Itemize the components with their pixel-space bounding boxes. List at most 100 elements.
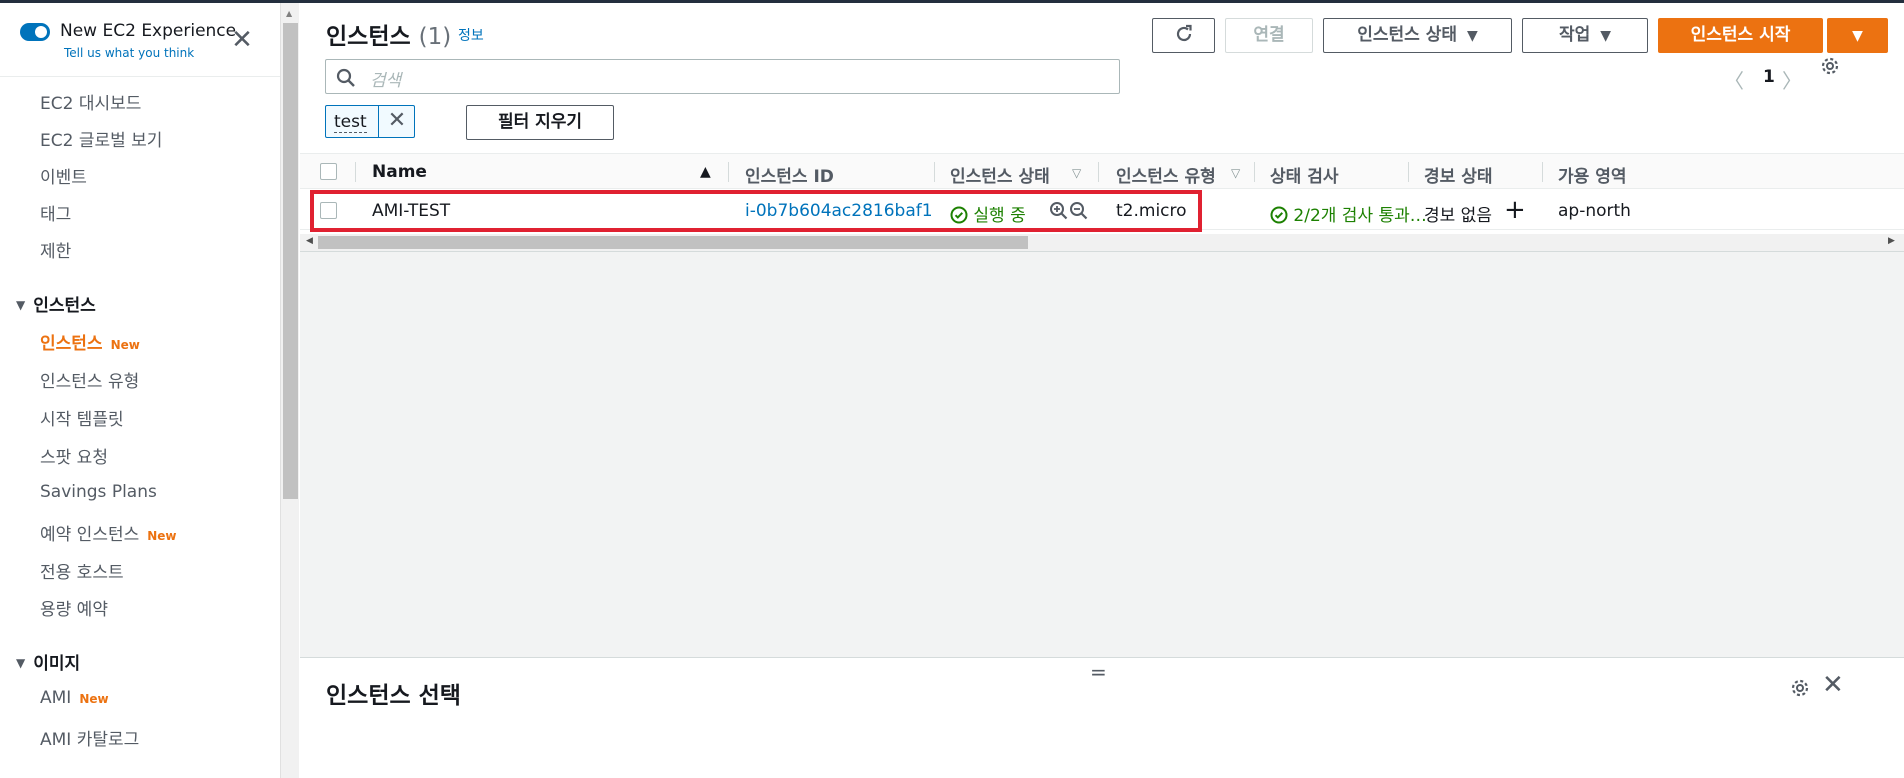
- sidebar-item-instances[interactable]: 인스턴스 New: [40, 329, 140, 354]
- check-circle-icon: [1270, 206, 1288, 224]
- cell-status-check: 2/2개 검사 통과…: [1270, 201, 1427, 226]
- instances-panel: 인스턴스 (1) 정보 연결 인스턴스 상태 ▼ 작업 ▼ 인스턴스 시작 ▼ 검색: [300, 3, 1904, 252]
- column-divider: [1542, 162, 1543, 182]
- column-header-instance-type[interactable]: 인스턴스 유형: [1116, 162, 1216, 187]
- column-header-instance-id[interactable]: 인스턴스 ID: [745, 162, 834, 187]
- scroll-right-icon[interactable]: ▶: [1888, 236, 1895, 246]
- launch-dropdown-button[interactable]: ▼: [1827, 18, 1888, 53]
- launch-instances-button[interactable]: 인스턴스 시작: [1658, 18, 1823, 53]
- experience-title: New EC2 Experience: [60, 21, 237, 41]
- close-icon[interactable]: ✕: [1822, 670, 1844, 700]
- sidebar-item-ec2-dashboard[interactable]: EC2 대시보드: [40, 89, 141, 114]
- sidebar-item-savings-plans[interactable]: Savings Plans: [40, 482, 157, 502]
- gear-icon[interactable]: [1818, 54, 1842, 78]
- actions-label: 작업: [1558, 25, 1591, 45]
- cell-availability-zone: ap-north: [1558, 201, 1631, 221]
- actions-dropdown[interactable]: 작업 ▼: [1522, 18, 1648, 53]
- connect-button[interactable]: 연결: [1225, 18, 1313, 53]
- instance-count: (1): [418, 24, 452, 50]
- column-divider: [934, 162, 935, 182]
- column-header-status-check[interactable]: 상태 검사: [1270, 162, 1338, 187]
- sidebar-item-launch-templates[interactable]: 시작 템플릿: [40, 405, 124, 430]
- info-link[interactable]: 정보: [458, 25, 484, 45]
- table-header: Name ▲ 인스턴스 ID 인스턴스 상태 ▽ 인스턴스 유형 ▽ 상태 검사…: [300, 153, 1904, 189]
- page-title-text: 인스턴스: [326, 24, 411, 50]
- scroll-left-icon[interactable]: ◀: [306, 236, 313, 246]
- sidebar-item-events[interactable]: 이벤트: [40, 163, 87, 188]
- new-badge: New: [110, 338, 140, 352]
- sidebar-item-reserved-instances[interactable]: 예약 인스턴스 New: [40, 520, 177, 545]
- page-number[interactable]: 1: [1763, 67, 1775, 87]
- sidebar-item-ec2-global-view[interactable]: EC2 글로벌 보기: [40, 126, 162, 151]
- column-header-alarm-status[interactable]: 경보 상태: [1424, 162, 1492, 187]
- column-divider: [355, 162, 356, 182]
- sort-ascending-icon[interactable]: ▲: [700, 164, 711, 180]
- details-panel: = 인스턴스 선택 ✕: [300, 657, 1904, 778]
- caret-down-icon: ▼: [1466, 28, 1478, 44]
- sidebar-item-spot-requests[interactable]: 스팟 요청: [40, 443, 108, 468]
- sidebar-item-dedicated-hosts[interactable]: 전용 호스트: [40, 558, 124, 583]
- sidebar-item-capacity-reservations[interactable]: 용량 예약: [40, 595, 108, 620]
- filter-token: test ✕: [325, 105, 415, 138]
- sidebar-item-ami[interactable]: AMI New: [40, 688, 109, 708]
- column-header-name[interactable]: Name: [372, 162, 427, 182]
- clear-filters-button[interactable]: 필터 지우기: [466, 105, 614, 140]
- column-divider: [1254, 162, 1255, 182]
- column-divider: [728, 162, 729, 182]
- main-content: 인스턴스 (1) 정보 연결 인스턴스 상태 ▼ 작업 ▼ 인스턴스 시작 ▼ 검색: [300, 3, 1904, 778]
- sidebar-scrollbar[interactable]: ▲: [280, 3, 299, 778]
- gear-icon[interactable]: [1788, 676, 1812, 700]
- sidebar-item-limits[interactable]: 제한: [40, 237, 71, 262]
- sidebar-item-label: 예약 인스턴스: [40, 525, 140, 545]
- column-divider: [1098, 162, 1099, 182]
- search-icon: [336, 68, 355, 87]
- sidebar: New EC2 Experience Tell us what you thin…: [0, 3, 280, 778]
- select-all-checkbox[interactable]: [320, 163, 337, 180]
- filter-column-icon[interactable]: ▽: [1231, 166, 1240, 180]
- sidebar-section-label: 인스턴스: [33, 296, 96, 316]
- sidebar-item-instance-types[interactable]: 인스턴스 유형: [40, 367, 139, 392]
- new-experience-toggle[interactable]: [20, 23, 50, 41]
- add-alarm-icon[interactable]: +: [1504, 195, 1526, 225]
- remove-filter-icon[interactable]: ✕: [378, 106, 415, 137]
- instance-state-dropdown[interactable]: 인스턴스 상태 ▼: [1323, 18, 1512, 53]
- caret-down-icon: ▼: [16, 298, 26, 312]
- drag-handle-icon[interactable]: =: [1090, 660, 1107, 684]
- previous-page-icon[interactable]: 〈: [1724, 65, 1744, 94]
- column-header-availability-zone[interactable]: 가용 영역: [1558, 162, 1626, 187]
- column-divider: [1408, 162, 1409, 182]
- caret-down-icon: ▼: [16, 656, 26, 670]
- sidebar-section-images[interactable]: ▼ 이미지: [16, 649, 80, 674]
- search-input[interactable]: 검색: [325, 59, 1120, 94]
- new-badge: New: [147, 529, 177, 543]
- filter-column-icon[interactable]: ▽: [1072, 166, 1081, 180]
- sidebar-section-instances[interactable]: ▼ 인스턴스: [16, 291, 96, 316]
- sidebar-item-ami-catalog[interactable]: AMI 카탈로그: [40, 725, 139, 750]
- row-highlight-box: [310, 190, 1202, 232]
- instance-state-label: 인스턴스 상태: [1357, 25, 1457, 45]
- scroll-up-icon[interactable]: ▲: [286, 9, 292, 18]
- page-title: 인스턴스 (1): [326, 17, 451, 51]
- sidebar-section-label: 이미지: [33, 654, 81, 674]
- filter-token-label[interactable]: test: [334, 112, 367, 133]
- cell-alarm-status: 경보 없음: [1424, 206, 1492, 226]
- status-check-text: 2/2개 검사 통과…: [1293, 206, 1427, 226]
- close-icon[interactable]: ✕: [230, 27, 254, 53]
- search-placeholder: 검색: [370, 71, 402, 91]
- feedback-link[interactable]: Tell us what you think: [64, 46, 194, 60]
- table-horizontal-scrollbar[interactable]: ◀ ▶: [300, 234, 1904, 251]
- details-panel-title: 인스턴스 선택: [326, 683, 461, 709]
- refresh-button[interactable]: [1152, 18, 1215, 53]
- scrollbar-thumb[interactable]: [283, 23, 298, 499]
- scrollbar-thumb[interactable]: [318, 236, 1028, 249]
- sidebar-item-label: AMI: [40, 688, 72, 708]
- column-header-instance-state[interactable]: 인스턴스 상태: [950, 162, 1050, 187]
- sidebar-item-tags[interactable]: 태그: [40, 200, 71, 225]
- new-badge: New: [79, 692, 109, 706]
- sidebar-item-label: 인스턴스: [40, 334, 103, 354]
- caret-down-icon: ▼: [1600, 28, 1612, 44]
- refresh-icon: [1176, 24, 1192, 42]
- experience-toggle-area: New EC2 Experience Tell us what you thin…: [0, 3, 280, 77]
- caret-down-icon: ▼: [1852, 28, 1863, 44]
- next-page-icon[interactable]: 〉: [1782, 65, 1802, 94]
